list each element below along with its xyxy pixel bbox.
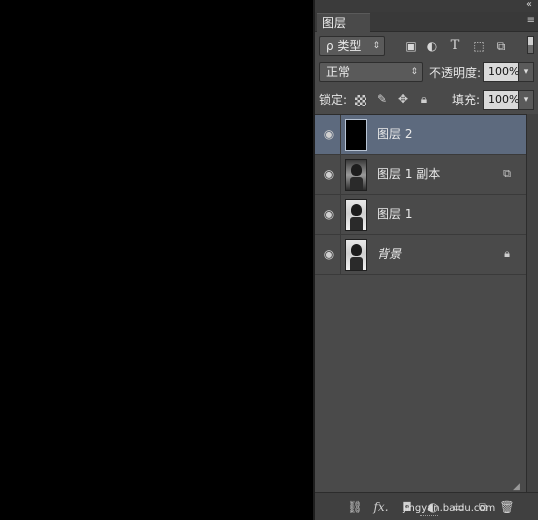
delete-layer-icon[interactable]: 🗑︎ <box>499 500 515 514</box>
document-canvas[interactable] <box>0 0 313 520</box>
layer-thumbnail <box>345 159 367 191</box>
layer-name[interactable]: 背景 <box>377 246 401 262</box>
filter-kind-dropdown[interactable]: ρ 类型 ⇕ <box>319 36 385 56</box>
lock-transparent-pixels-icon[interactable] <box>355 95 366 106</box>
fill-label: 填充: <box>452 93 481 107</box>
lock-row: 锁定: ✎ ✥ 🔒︎ 填充: 100% ▾ <box>315 87 538 113</box>
blend-mode-dropdown[interactable]: 正常 ⇕ <box>319 62 423 82</box>
watermark-text: jingyan.baidu.com <box>403 503 496 514</box>
layers-list: ◉ 图层 2 ◉ 图层 1 副本 ⧉ ◉ 图层 1 ◉ 背景 🔒︎ <box>315 114 526 492</box>
layer-name[interactable]: 图层 1 <box>377 206 412 222</box>
filter-kind-label: ρ 类型 <box>326 39 362 53</box>
layer-row-layer-1[interactable]: ◉ 图层 1 <box>315 195 526 235</box>
opacity-label: 不透明度: <box>429 66 482 80</box>
updown-chevron-icon: ⇕ <box>372 41 380 51</box>
blend-row: 正常 ⇕ 不透明度: 100% ▾ <box>315 59 538 85</box>
opacity-dropdown-icon[interactable]: ▾ <box>518 62 534 82</box>
tab-layers[interactable]: 图层 <box>317 13 371 32</box>
panel-tab-bar: 图层 ≡ <box>315 12 538 32</box>
filter-row: ρ 类型 ⇕ ▣ ◐ T ⬚ ⧉ <box>315 32 538 58</box>
filter-toggle-switch[interactable] <box>527 36 534 54</box>
lock-position-move-icon[interactable]: ✥ <box>396 91 410 107</box>
opacity-field[interactable]: 100% ▾ <box>483 62 534 82</box>
panel-menu-icon[interactable]: ≡ <box>527 15 535 26</box>
layers-panel: ‹‹ 图层 ≡ ρ 类型 ⇕ ▣ ◐ T ⬚ ⧉ 正常 ⇕ 不透明度: 100%… <box>315 0 538 520</box>
updown-chevron-icon: ⇕ <box>410 67 418 77</box>
resize-grip-icon[interactable]: ◢ <box>513 482 520 492</box>
layer-row-layer-2[interactable]: ◉ 图层 2 <box>315 115 526 155</box>
fill-field[interactable]: 100% ▾ <box>483 90 534 110</box>
layers-scrollbar[interactable] <box>526 114 538 492</box>
blend-mode-value: 正常 <box>326 65 351 79</box>
layer-row-layer-1-copy[interactable]: ◉ 图层 1 副本 ⧉ <box>315 155 526 195</box>
eye-visibility-icon[interactable]: ◉ <box>320 165 338 183</box>
eye-visibility-icon[interactable]: ◉ <box>320 205 338 223</box>
lock-all-icon[interactable]: 🔒︎ <box>417 91 431 107</box>
shape-filter-icon[interactable]: ⬚ <box>472 39 486 53</box>
lock-label: 锁定: <box>319 93 348 107</box>
lock-image-pixels-brush-icon[interactable]: ✎ <box>375 91 389 107</box>
panel-grip[interactable] <box>420 515 438 517</box>
link-layers-icon[interactable]: ⛓ <box>347 500 363 514</box>
type-filter-icon[interactable]: T <box>448 39 462 53</box>
layers-bottom-toolbar: ⛓ fx. ◘ ◐ ▭ ⧉ 🗑︎ jingyan.baidu.com <box>315 492 538 520</box>
add-layer-style-icon[interactable]: fx. <box>373 500 389 514</box>
layer-name[interactable]: 图层 1 副本 <box>377 166 440 182</box>
layer-row-background[interactable]: ◉ 背景 🔒︎ <box>315 235 526 275</box>
adjustment-filter-icon[interactable]: ◐ <box>425 39 439 53</box>
lock-icon: 🔒︎ <box>504 247 510 260</box>
tab-layers-label: 图层 <box>322 16 347 30</box>
panel-top-strip: ‹‹ <box>315 0 538 12</box>
eye-visibility-icon[interactable]: ◉ <box>320 245 338 263</box>
layer-thumbnail <box>345 239 367 271</box>
layer-thumbnail <box>345 199 367 231</box>
smart-object-icon: ⧉ <box>503 167 511 180</box>
collapse-panel-icon[interactable]: ‹‹ <box>526 0 532 10</box>
image-filter-icon[interactable]: ▣ <box>404 39 418 53</box>
layer-thumbnail <box>345 119 367 151</box>
smart-object-filter-icon[interactable]: ⧉ <box>494 39 508 53</box>
layer-name[interactable]: 图层 2 <box>377 126 412 142</box>
opacity-value: 100% <box>488 65 520 78</box>
eye-visibility-icon[interactable]: ◉ <box>320 125 338 143</box>
fill-dropdown-icon[interactable]: ▾ <box>518 90 534 110</box>
fill-value: 100% <box>488 93 520 106</box>
